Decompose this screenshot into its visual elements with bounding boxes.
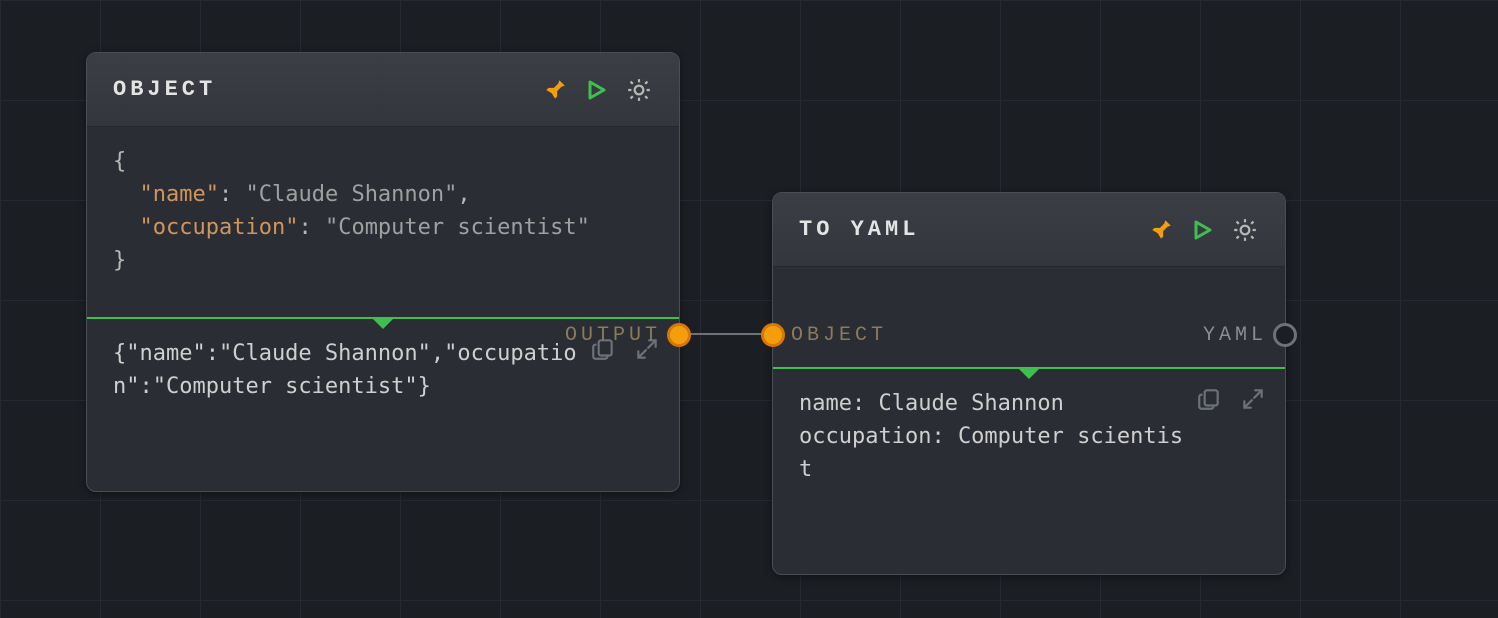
port-dot-yaml[interactable]	[1273, 323, 1297, 347]
gear-icon[interactable]	[625, 76, 653, 104]
node-object-code[interactable]: { "name": "Claude Shannon", "occupation"…	[87, 127, 679, 317]
brace-close: }	[113, 248, 126, 273]
expand-icon[interactable]	[1237, 383, 1269, 415]
port-toyaml-output[interactable]: YAML	[1273, 323, 1297, 347]
node-object-header-icons	[541, 76, 653, 104]
code-val-name: "Claude Shannon"	[245, 182, 457, 207]
run-icon[interactable]	[1189, 216, 1217, 244]
gear-icon[interactable]	[1231, 216, 1259, 244]
code-val-occupation: "Computer scientist"	[325, 215, 590, 240]
port-object-output[interactable]: OUTPUT	[667, 323, 691, 347]
port-toyaml-input[interactable]: OBJECT	[761, 323, 785, 347]
node-toyaml-body	[773, 267, 1285, 367]
node-toyaml-output: name: Claude Shannon occupation: Compute…	[773, 369, 1285, 574]
node-object-header[interactable]: OBJECT	[87, 53, 679, 127]
port-toyaml-input-label: OBJECT	[791, 324, 887, 347]
node-toyaml-output-text: name: Claude Shannon occupation: Compute…	[799, 391, 1183, 482]
node-toyaml-header-icons	[1147, 216, 1259, 244]
port-dot-input[interactable]	[761, 323, 785, 347]
pin-icon[interactable]	[1147, 216, 1175, 244]
node-object[interactable]: OBJECT { "name": "Claude Shannon", "occu…	[86, 52, 680, 492]
node-object-output-text: {"name":"Claude Shannon","occupation":"C…	[113, 341, 577, 399]
code-key-name: "name"	[140, 182, 219, 207]
run-icon[interactable]	[583, 76, 611, 104]
code-key-occupation: "occupation"	[140, 215, 299, 240]
brace-open: {	[113, 149, 126, 174]
pin-icon[interactable]	[541, 76, 569, 104]
copy-icon[interactable]	[1193, 383, 1225, 415]
node-toyaml[interactable]: TO YAML name: Claude Shannon occupation:…	[772, 192, 1286, 575]
port-dot-output[interactable]	[667, 323, 691, 347]
node-object-title: OBJECT	[113, 77, 216, 102]
port-toyaml-output-label: YAML	[1203, 324, 1267, 347]
node-toyaml-title: TO YAML	[799, 217, 919, 242]
node-toyaml-header[interactable]: TO YAML	[773, 193, 1285, 267]
port-object-output-label: OUTPUT	[565, 324, 661, 347]
